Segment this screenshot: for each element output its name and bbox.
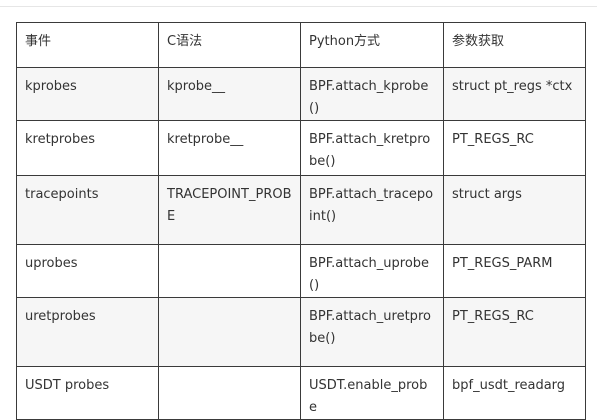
cell-argument-access: PT_REGS_RC [443, 297, 586, 367]
table-row: tracepoints TRACEPOINT_PROBE BPF.attach_… [16, 175, 586, 245]
cell-c-syntax: kretprobe__ [158, 120, 301, 176]
table-row: USDT probes USDT.enable_probe bpf_usdt_r… [16, 366, 586, 420]
cell-c-syntax: kprobe__ [158, 67, 301, 121]
cell-argument-access: bpf_usdt_readarg [443, 366, 586, 420]
page: 事件 C语法 Python方式 参数获取 kprobes kprobe__ BP… [0, 0, 597, 420]
cell-c-syntax [158, 297, 301, 367]
cell-python-method: BPF.attach_tracepoint() [300, 175, 444, 245]
table-row: uretprobes BPF.attach_uretprobe() PT_REG… [16, 297, 586, 367]
cell-event: kprobes [16, 67, 159, 121]
cell-c-syntax: TRACEPOINT_PROBE [158, 175, 301, 245]
table-row: kprobes kprobe__ BPF.attach_kprobe() str… [16, 67, 586, 121]
cell-c-syntax [158, 244, 301, 298]
table-row: kretprobes kretprobe__ BPF.attach_kretpr… [16, 120, 586, 176]
cell-python-method: BPF.attach_uretprobe() [300, 297, 444, 367]
header-python-method: Python方式 [300, 22, 444, 68]
cell-event: kretprobes [16, 120, 159, 176]
header-row: 事件 C语法 Python方式 参数获取 [16, 22, 586, 68]
cell-argument-access: struct pt_regs *ctx [443, 67, 586, 121]
table-row: uprobes BPF.attach_uprobe() PT_REGS_PARM [16, 244, 586, 298]
probe-table: 事件 C语法 Python方式 参数获取 kprobes kprobe__ BP… [16, 22, 586, 420]
header-c-syntax: C语法 [158, 22, 301, 68]
cell-argument-access: PT_REGS_PARM [443, 244, 586, 298]
header-argument-access: 参数获取 [443, 22, 586, 68]
cell-python-method: BPF.attach_kretprobe() [300, 120, 444, 176]
cell-argument-access: struct args [443, 175, 586, 245]
cell-c-syntax [158, 366, 301, 420]
cell-event: uretprobes [16, 297, 159, 367]
cell-python-method: BPF.attach_uprobe() [300, 244, 444, 298]
cell-python-method: USDT.enable_probe [300, 366, 444, 420]
cell-event: uprobes [16, 244, 159, 298]
cell-event: USDT probes [16, 366, 159, 420]
cell-python-method: BPF.attach_kprobe() [300, 67, 444, 121]
top-divider [0, 6, 597, 7]
header-event: 事件 [16, 22, 159, 68]
cell-event: tracepoints [16, 175, 159, 245]
cell-argument-access: PT_REGS_RC [443, 120, 586, 176]
